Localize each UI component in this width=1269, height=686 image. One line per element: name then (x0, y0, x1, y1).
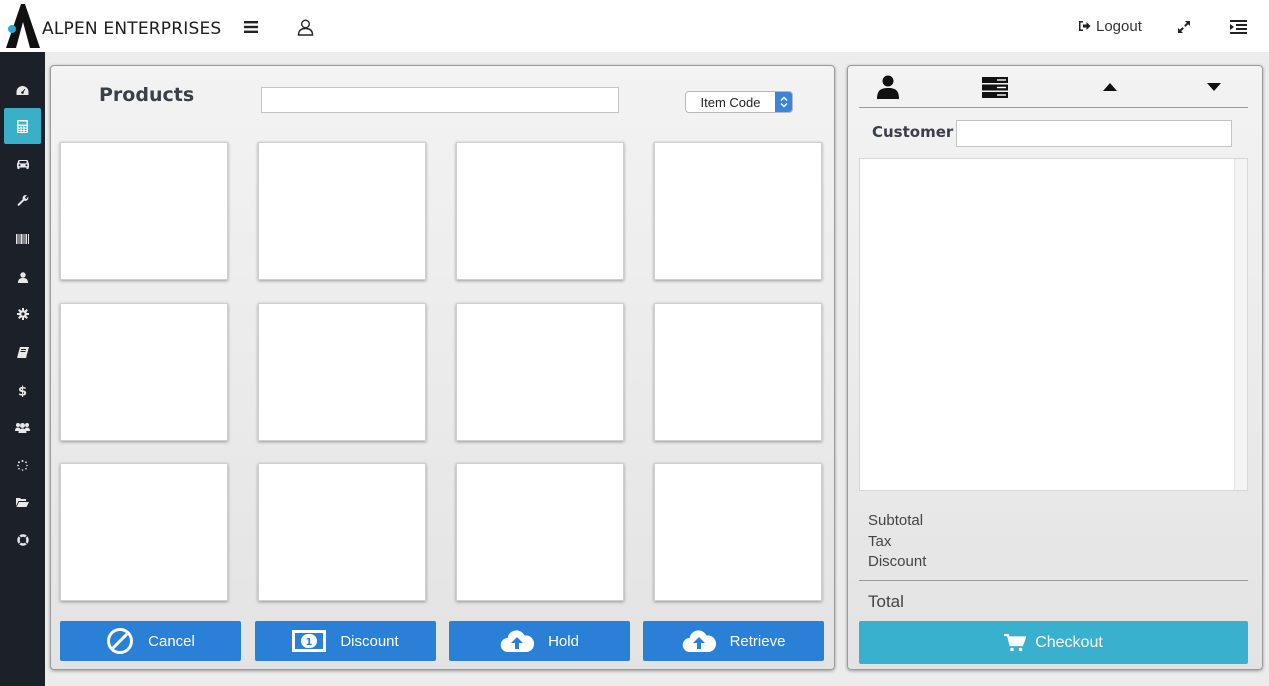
customer-user-icon[interactable] (872, 74, 904, 100)
sidebar-item-users[interactable] (4, 259, 41, 295)
cart-panel: Customer Subtotal Tax Discount Total Che… (847, 65, 1263, 670)
products-panel: Products Item Code Cancel 1 Discount Hol… (50, 65, 835, 670)
caret-up-icon[interactable] (1094, 74, 1126, 100)
cancel-button[interactable]: Cancel (60, 621, 241, 661)
car-icon (16, 160, 29, 169)
sidebar-item-vehicles[interactable] (4, 146, 41, 182)
cloud-upload-icon (682, 630, 716, 653)
spinner-icon (17, 459, 28, 471)
customer-input[interactable] (956, 120, 1232, 147)
product-tile[interactable] (456, 142, 624, 280)
sidebar-item-pos[interactable] (4, 108, 41, 144)
search-type-select[interactable]: Item Code (685, 91, 793, 113)
wrench-icon (17, 195, 28, 206)
caret-down-icon[interactable] (1198, 74, 1230, 100)
discount-summary-label: Discount (868, 553, 927, 570)
product-search-input[interactable] (261, 87, 619, 113)
indent-icon[interactable] (1227, 16, 1249, 38)
sidebar-item-services[interactable] (4, 183, 41, 219)
cart-header-divider (859, 107, 1248, 108)
brand-name: ALPEN ENTERPRISES (42, 19, 222, 39)
logo-mark-icon (6, 4, 40, 48)
products-title: Products (99, 84, 195, 106)
checkout-label: Checkout (1035, 633, 1103, 651)
user-icon (17, 271, 28, 283)
ban-icon (107, 628, 134, 654)
product-tile[interactable] (456, 463, 624, 601)
svg-text:1: 1 (306, 637, 313, 648)
money-icon: 1 (292, 630, 327, 652)
product-tile[interactable] (60, 463, 228, 601)
users-icon (15, 422, 30, 433)
discount-button[interactable]: 1 Discount (255, 621, 436, 661)
calculator-icon (17, 119, 28, 133)
hamburger-icon[interactable] (240, 16, 262, 38)
sign-out-icon (1079, 21, 1091, 31)
life-ring-icon (16, 534, 29, 546)
expand-arrows-icon[interactable] (1173, 16, 1195, 38)
product-tile[interactable] (258, 303, 426, 441)
sidebar-item-loading[interactable] (4, 447, 41, 483)
tax-label: Tax (868, 533, 892, 550)
product-tile[interactable] (654, 463, 822, 601)
sidebar-item-reports[interactable] (4, 334, 41, 370)
book-icon (16, 346, 29, 358)
sidebar: $ (0, 52, 45, 686)
search-type-value: Item Code (700, 94, 761, 110)
folder-open-icon (16, 498, 29, 507)
discount-label: Discount (340, 632, 399, 650)
sidebar-item-support[interactable] (4, 522, 41, 558)
checkout-button[interactable]: Checkout (859, 621, 1248, 664)
logout-link[interactable]: Logout (1078, 16, 1142, 36)
product-tile[interactable] (654, 142, 822, 280)
user-outline-icon[interactable] (294, 16, 316, 38)
select-arrows-icon (775, 92, 792, 112)
total-label: Total (868, 592, 904, 611)
hold-label: Hold (548, 632, 579, 650)
product-tile[interactable] (456, 303, 624, 441)
svg-text:$: $ (18, 384, 27, 397)
dollar-icon: $ (18, 384, 27, 397)
product-tile[interactable] (60, 142, 228, 280)
retrieve-label: Retrieve (729, 632, 786, 650)
cancel-label: Cancel (148, 632, 195, 650)
cart-items-list[interactable] (859, 158, 1248, 491)
cart-scrollbar[interactable] (1234, 159, 1247, 490)
product-tile[interactable] (258, 142, 426, 280)
product-tile[interactable] (258, 463, 426, 601)
retrieve-button[interactable]: Retrieve (643, 621, 824, 661)
shopping-cart-icon (1004, 633, 1027, 651)
product-tile[interactable] (60, 303, 228, 441)
sidebar-item-settings[interactable] (4, 296, 41, 332)
sidebar-item-files[interactable] (4, 484, 41, 520)
subtotal-label: Subtotal (868, 512, 924, 529)
sidebar-item-finance[interactable]: $ (4, 372, 41, 408)
cloud-upload-icon (500, 630, 535, 653)
sidebar-item-inventory[interactable] (4, 221, 41, 257)
summary-divider (859, 580, 1248, 581)
dashboard-icon (16, 85, 29, 95)
sidebar-item-dashboard[interactable] (4, 72, 41, 108)
product-tile[interactable] (654, 303, 822, 441)
server-icon[interactable] (979, 74, 1011, 100)
logout-label: Logout (1096, 17, 1142, 35)
top-bar: ALPEN ENTERPRISES Logout (0, 0, 1269, 52)
hold-button[interactable]: Hold (449, 621, 630, 661)
sidebar-item-customers[interactable] (4, 409, 41, 445)
brand-logo[interactable]: ALPEN ENTERPRISES (4, 2, 222, 50)
barcode-icon (16, 234, 29, 244)
gear-icon (16, 308, 29, 320)
customer-label: Customer (872, 123, 954, 141)
